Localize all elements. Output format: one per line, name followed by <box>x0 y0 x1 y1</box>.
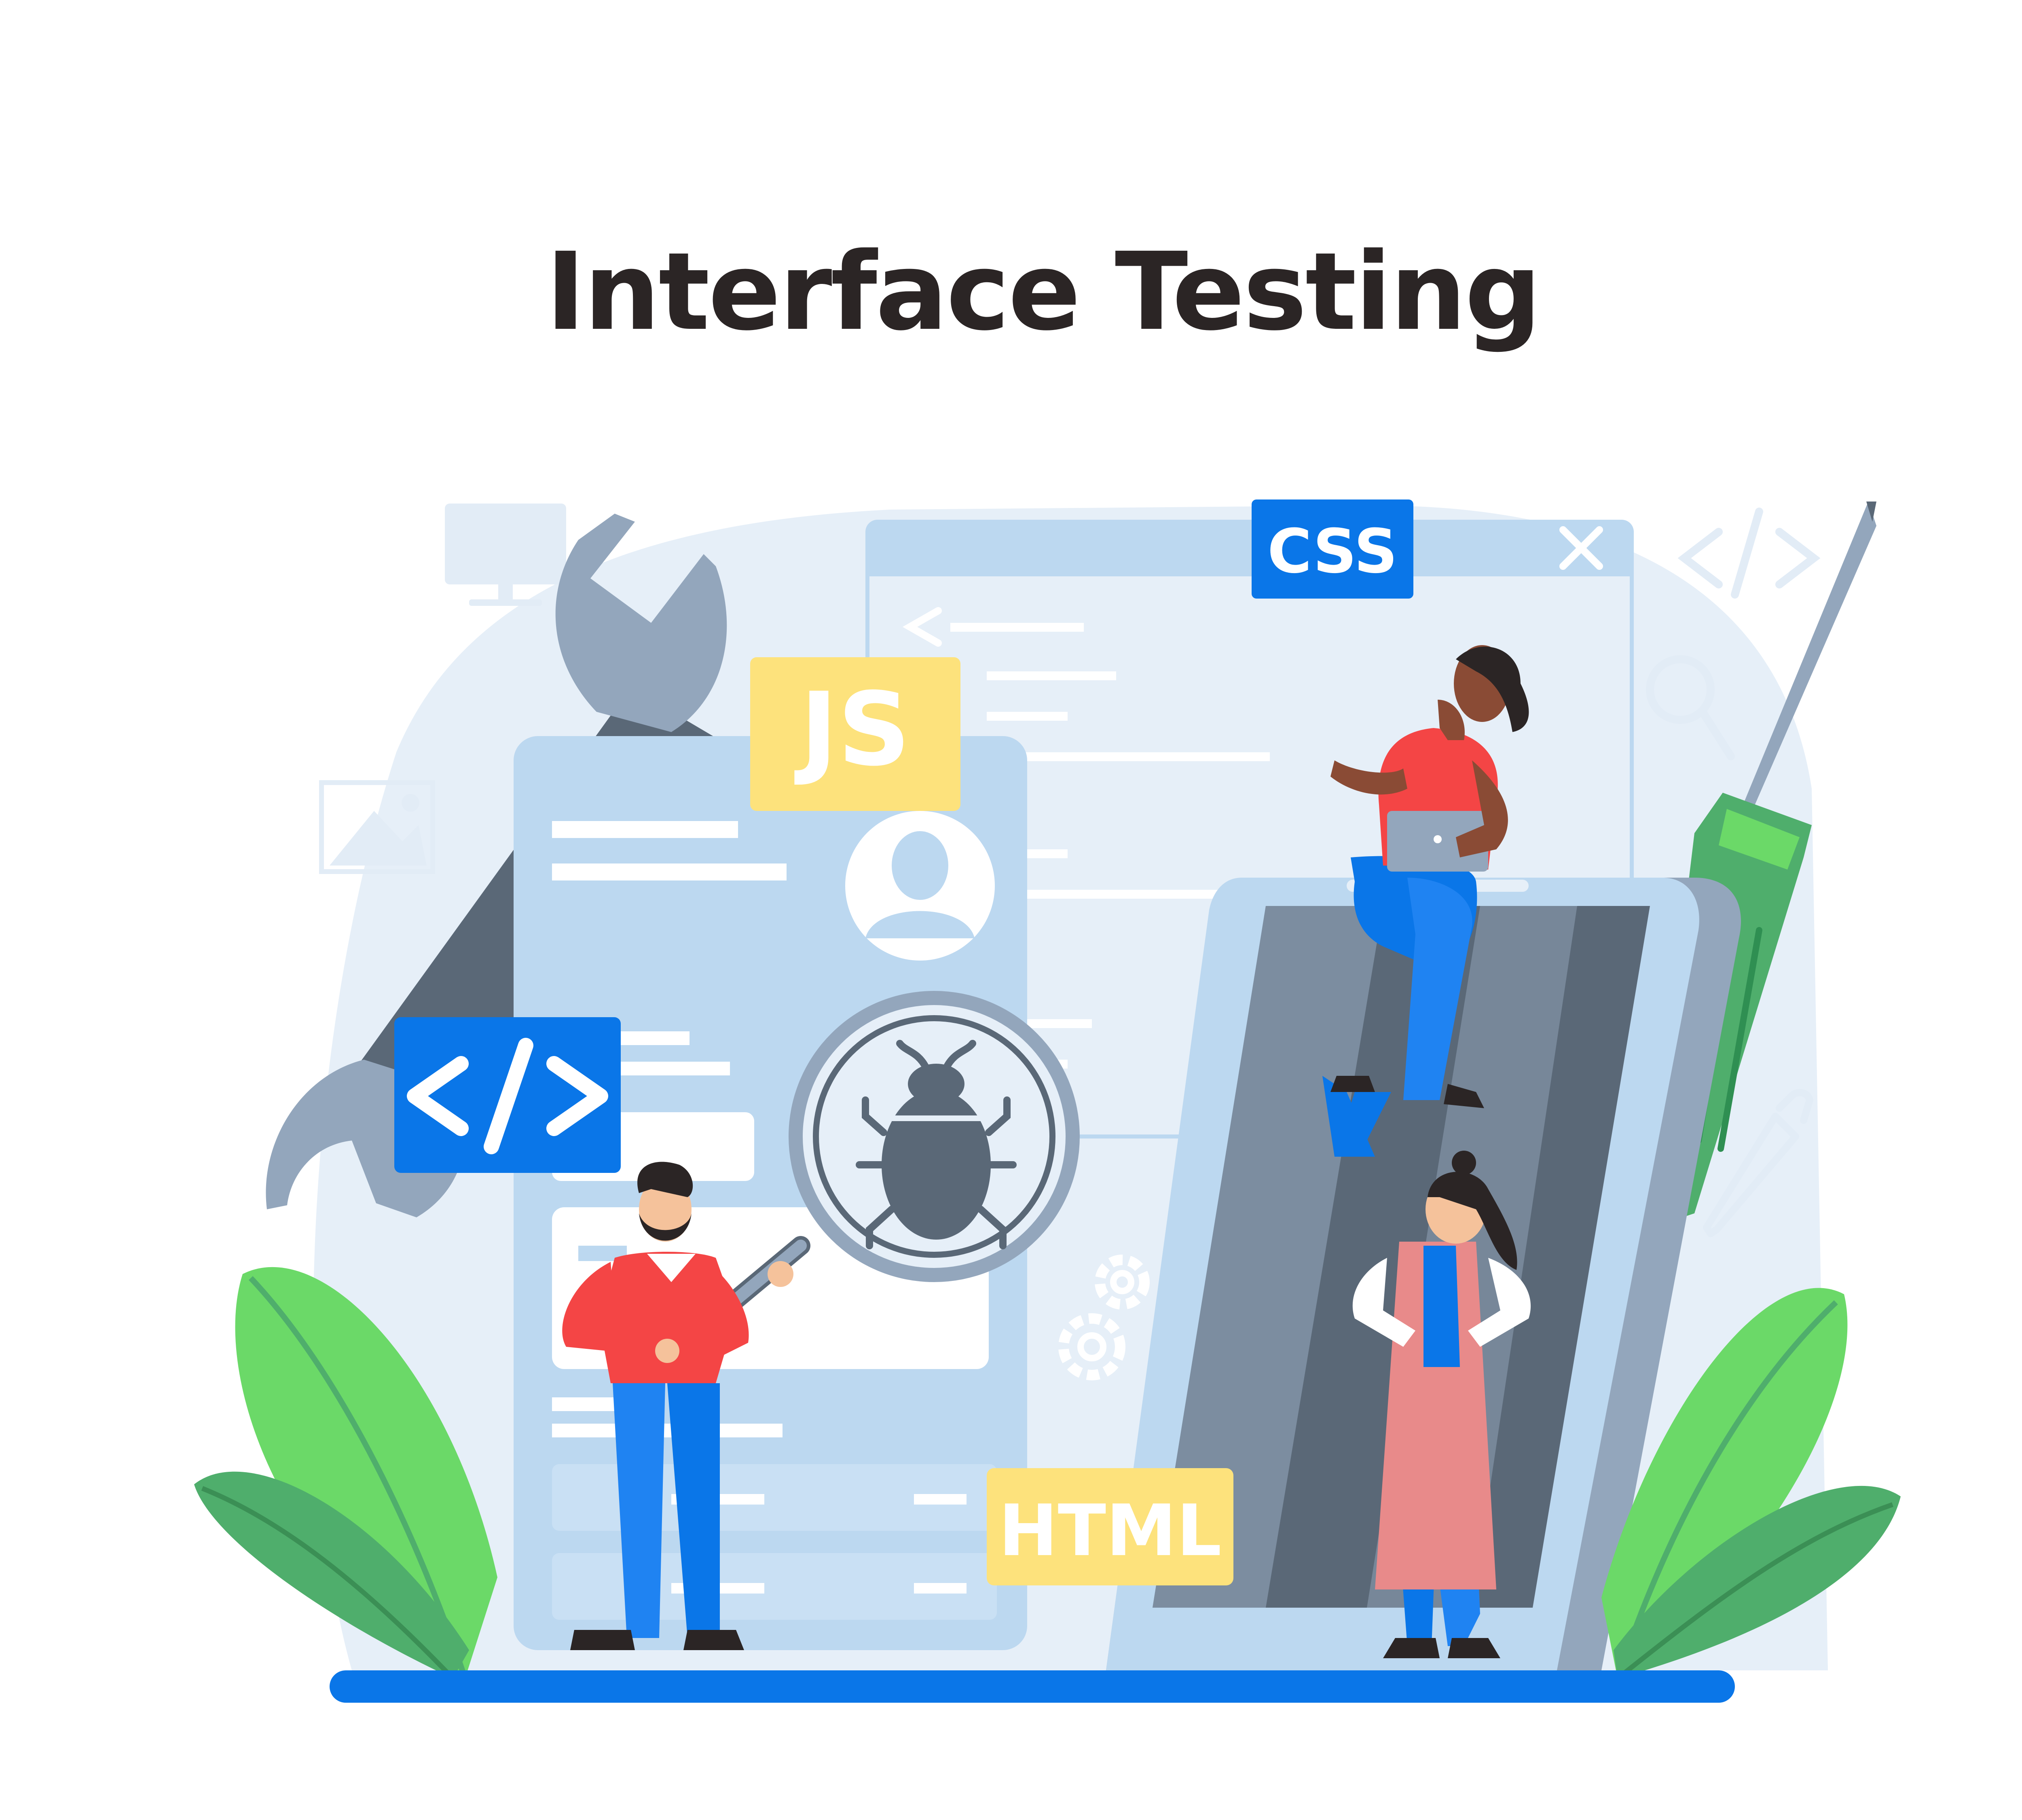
illustration: JS CSS HTML <box>194 499 1901 1703</box>
js-tag-label: JS <box>794 671 910 788</box>
css-tag: CSS <box>1252 499 1413 599</box>
html-tag: HTML <box>987 1468 1233 1585</box>
code-outline-icon <box>1677 508 1821 599</box>
html-tag-label: HTML <box>998 1490 1222 1572</box>
ground-line <box>330 1670 1735 1703</box>
js-tag: JS <box>750 657 960 811</box>
code-brackets-icon <box>394 1017 621 1173</box>
css-tag-label: CSS <box>1267 516 1398 587</box>
